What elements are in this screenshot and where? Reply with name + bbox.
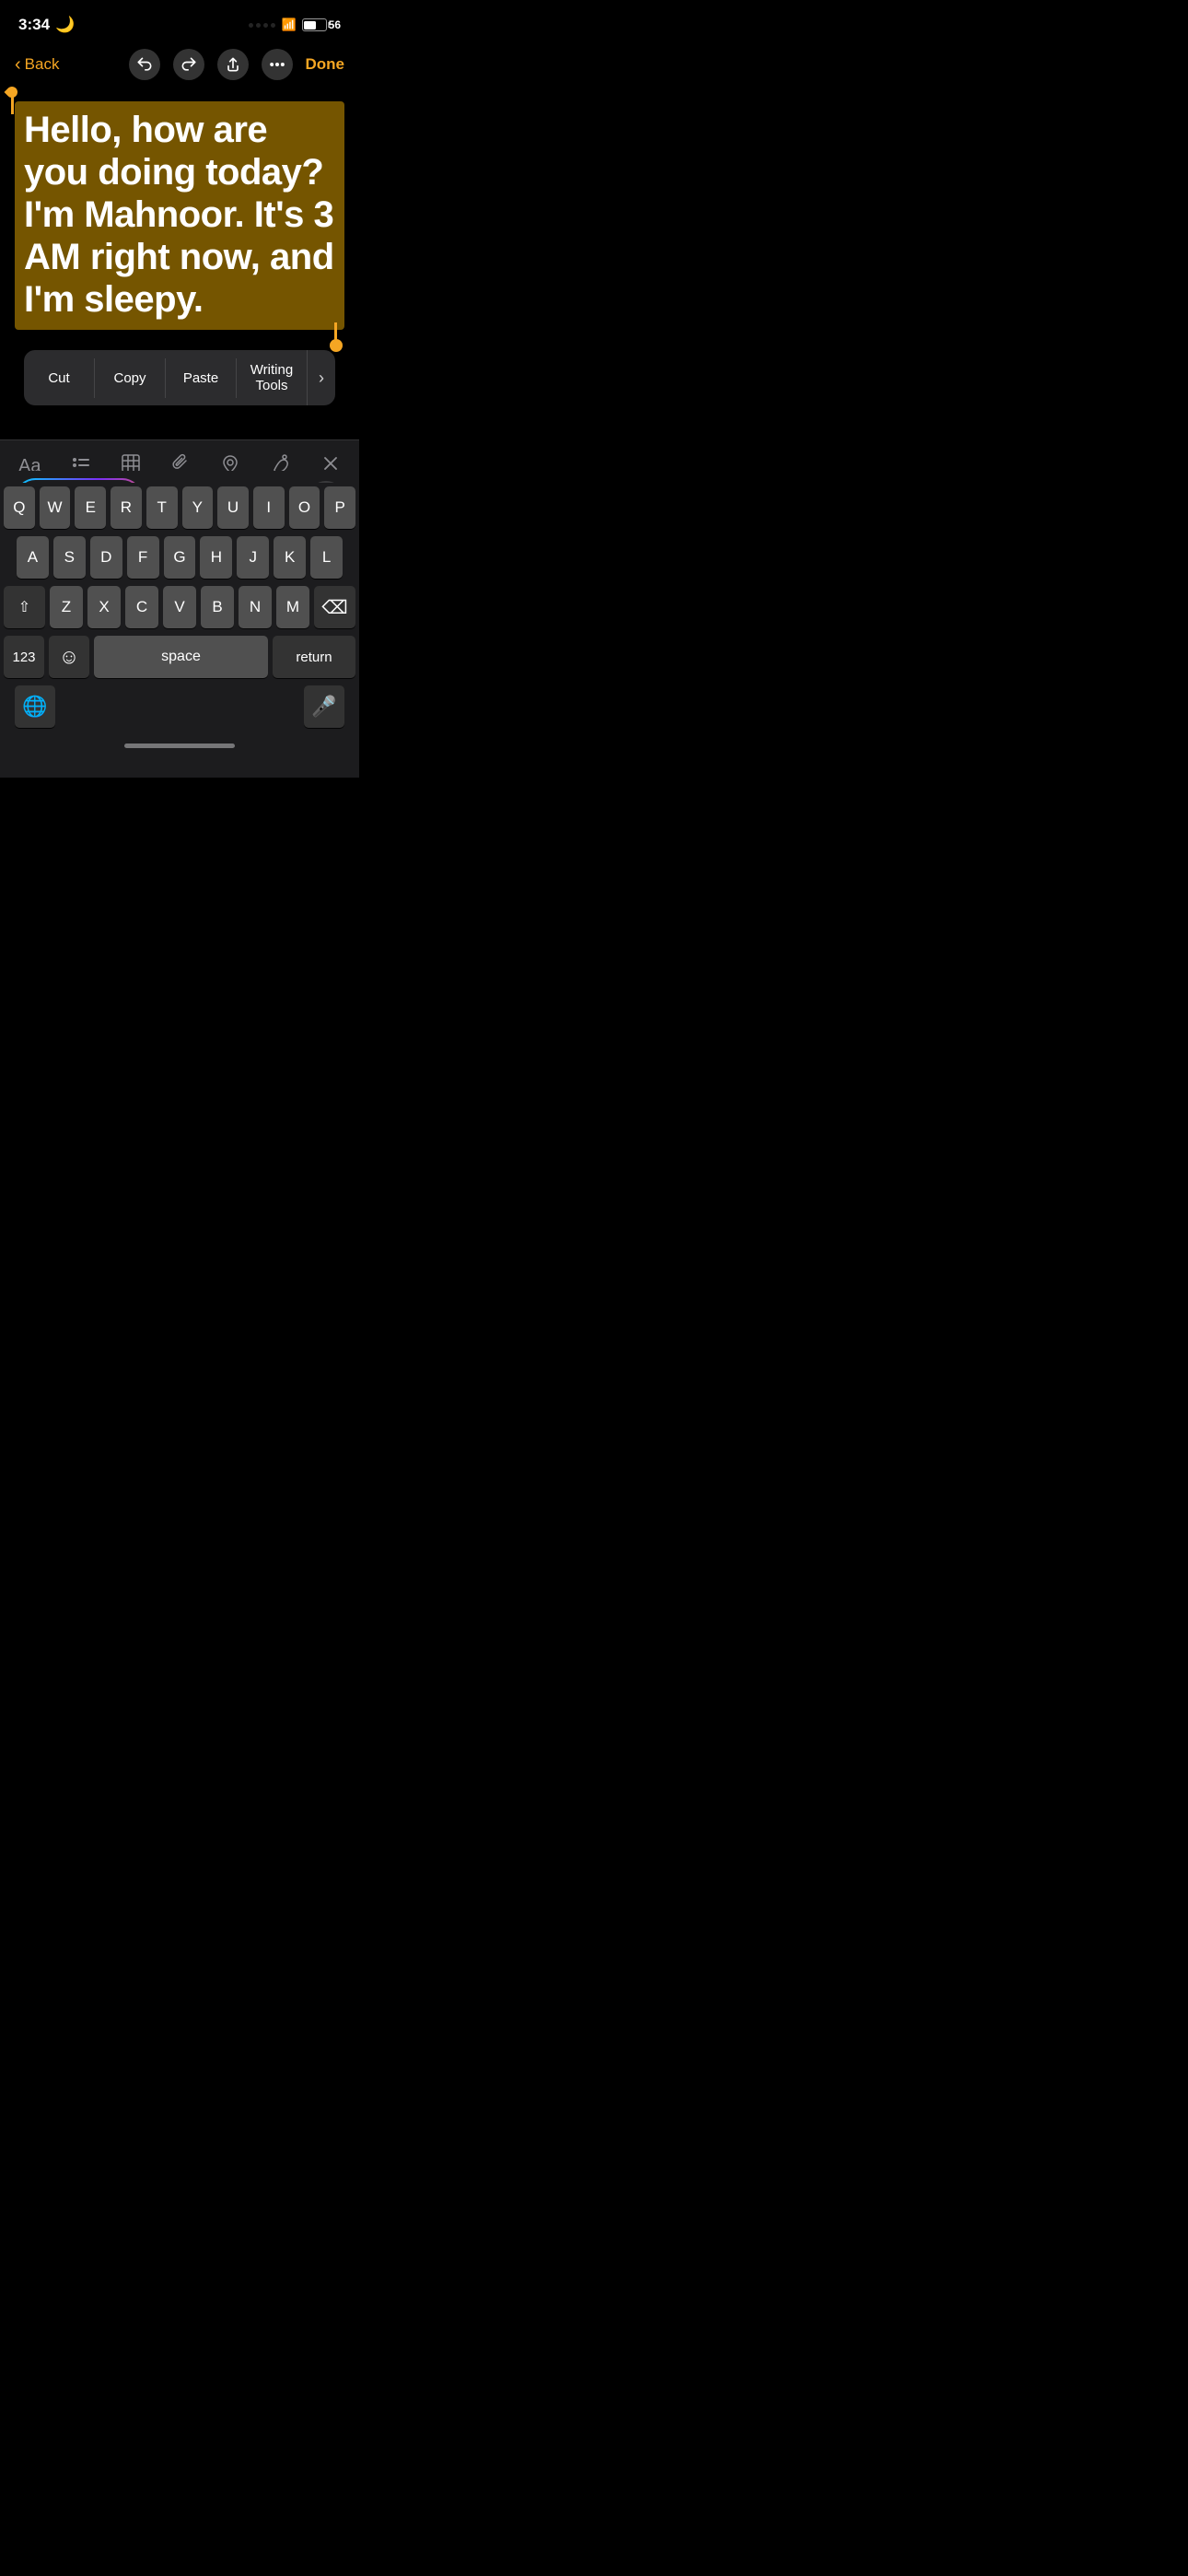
- key-n[interactable]: N: [239, 586, 272, 628]
- key-m[interactable]: M: [276, 586, 309, 628]
- redo-icon: [180, 55, 198, 74]
- key-p[interactable]: P: [324, 486, 355, 529]
- key-q[interactable]: Q: [4, 486, 35, 529]
- key-w[interactable]: W: [40, 486, 71, 529]
- key-b[interactable]: B: [201, 586, 234, 628]
- back-label: Back: [25, 55, 60, 74]
- key-y[interactable]: Y: [182, 486, 214, 529]
- key-h[interactable]: H: [200, 536, 232, 579]
- globe-icon: 🌐: [22, 695, 47, 719]
- space-key[interactable]: space: [94, 636, 268, 678]
- more-button[interactable]: [262, 49, 293, 80]
- time-display: 3:34: [18, 16, 50, 34]
- chevron-right-icon: ›: [319, 369, 324, 387]
- key-i[interactable]: I: [253, 486, 285, 529]
- emoji-icon: ☺: [59, 645, 79, 669]
- undo-button[interactable]: [129, 49, 160, 80]
- key-d[interactable]: D: [90, 536, 122, 579]
- selection-cursor-bottom: [334, 322, 337, 343]
- redo-button[interactable]: [173, 49, 204, 80]
- number-label: 123: [12, 650, 35, 665]
- key-z[interactable]: Z: [50, 586, 83, 628]
- key-v[interactable]: V: [163, 586, 196, 628]
- status-time: 3:34 🌙: [18, 16, 75, 34]
- key-c[interactable]: C: [125, 586, 158, 628]
- key-j[interactable]: J: [237, 536, 269, 579]
- selection-cursor-top: [11, 94, 14, 114]
- shift-icon: ⇧: [18, 598, 30, 616]
- home-bar: [124, 744, 235, 748]
- key-s[interactable]: S: [53, 536, 86, 579]
- key-x[interactable]: X: [87, 586, 121, 628]
- key-k[interactable]: K: [274, 536, 306, 579]
- moon-icon: 🌙: [55, 16, 75, 34]
- selected-text[interactable]: Hello, how are you doing today? I'm Mahn…: [24, 109, 335, 321]
- more-icon: [268, 55, 286, 74]
- key-o[interactable]: O: [289, 486, 320, 529]
- key-a[interactable]: A: [17, 536, 49, 579]
- status-bar: 3:34 🌙 📶 56: [0, 0, 359, 44]
- writing-tools-button[interactable]: Writing Tools: [237, 350, 308, 405]
- content-area: Hello, how are you doing today? I'm Mahn…: [0, 90, 359, 405]
- more-context-button[interactable]: ›: [308, 357, 335, 400]
- microphone-key[interactable]: 🎤: [304, 685, 344, 728]
- undo-icon: [135, 55, 154, 74]
- nav-actions: Done: [129, 49, 345, 80]
- key-r[interactable]: R: [111, 486, 142, 529]
- delete-key[interactable]: ⌫: [314, 586, 355, 628]
- share-button[interactable]: [217, 49, 249, 80]
- globe-key[interactable]: 🌐: [15, 685, 55, 728]
- share-icon: [224, 55, 242, 74]
- signal-icon: [249, 23, 275, 28]
- back-chevron-icon: ‹: [15, 54, 21, 76]
- return-label: return: [296, 650, 332, 665]
- battery-indicator: 56: [302, 18, 341, 31]
- key-g[interactable]: G: [164, 536, 196, 579]
- space-label: space: [161, 649, 201, 665]
- backspace-icon: ⌫: [321, 596, 347, 619]
- selected-text-block: Hello, how are you doing today? I'm Mahn…: [15, 101, 344, 330]
- key-t[interactable]: T: [146, 486, 178, 529]
- key-u[interactable]: U: [217, 486, 249, 529]
- number-key[interactable]: 123: [4, 636, 44, 678]
- shift-key[interactable]: ⇧: [4, 586, 45, 628]
- status-indicators: 📶 56: [249, 18, 341, 32]
- keyboard-row-5: 🌐 🎤: [0, 682, 359, 732]
- nav-bar: ‹ Back Do: [0, 44, 359, 90]
- keyboard-row-3: ⇧ Z X C V B N M ⌫: [0, 582, 359, 632]
- done-button[interactable]: Done: [306, 55, 345, 74]
- home-indicator: [0, 732, 359, 759]
- copy-button[interactable]: Copy: [95, 358, 166, 398]
- paste-button[interactable]: Paste: [166, 358, 237, 398]
- keyboard-row-1: Q W E R T Y U I O P: [0, 483, 359, 533]
- context-menu: Cut Copy Paste Writing Tools ›: [24, 350, 335, 405]
- keyboard-row-4: 123 ☺ space return: [0, 632, 359, 682]
- keyboard-row-2: A S D F G H J K L: [0, 533, 359, 582]
- key-f[interactable]: F: [127, 536, 159, 579]
- key-e[interactable]: E: [75, 486, 106, 529]
- keyboard: Q W E R T Y U I O P A S D F G H J K L ⇧ …: [0, 483, 359, 778]
- cut-button[interactable]: Cut: [24, 358, 95, 398]
- emoji-key[interactable]: ☺: [49, 636, 89, 678]
- return-key[interactable]: return: [273, 636, 355, 678]
- key-l[interactable]: L: [310, 536, 343, 579]
- microphone-icon: 🎤: [311, 695, 336, 719]
- back-button[interactable]: ‹ Back: [15, 54, 59, 76]
- wifi-icon: 📶: [281, 18, 296, 32]
- battery-percent: 56: [329, 18, 341, 31]
